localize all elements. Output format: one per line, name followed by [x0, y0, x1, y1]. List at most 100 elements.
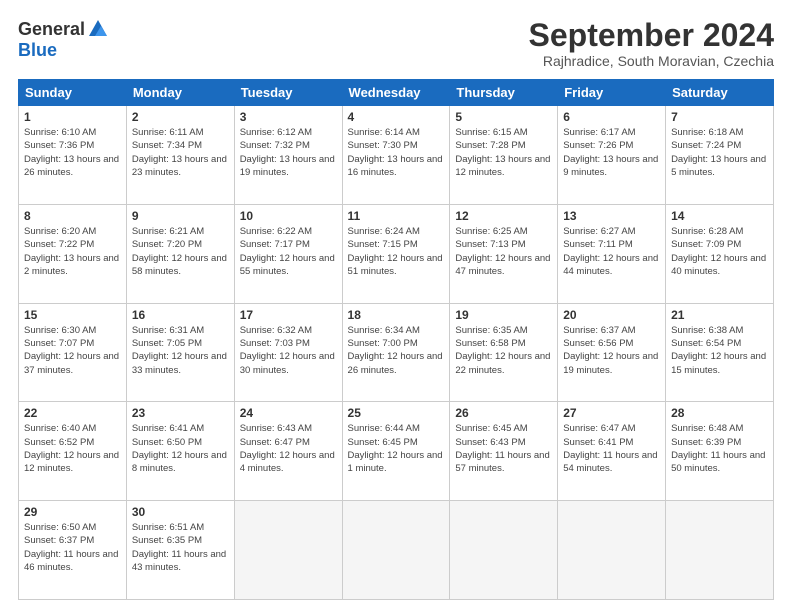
day-info: Sunset: 6:37 PM	[24, 534, 121, 547]
day-info: Daylight: 12 hours and 1 minute.	[348, 449, 445, 476]
header-monday: Monday	[126, 80, 234, 106]
day-number: 29	[24, 505, 121, 519]
day-number: 6	[563, 110, 660, 124]
calendar-table: Sunday Monday Tuesday Wednesday Thursday…	[18, 79, 774, 600]
day-info: Daylight: 12 hours and 30 minutes.	[240, 350, 337, 377]
table-row: 23Sunrise: 6:41 AMSunset: 6:50 PMDayligh…	[126, 402, 234, 501]
day-info: Sunset: 6:39 PM	[671, 436, 768, 449]
day-number: 13	[563, 209, 660, 223]
day-number: 24	[240, 406, 337, 420]
day-number: 23	[132, 406, 229, 420]
day-info: Sunrise: 6:18 AM	[671, 126, 768, 139]
day-info: Sunset: 7:15 PM	[348, 238, 445, 251]
day-number: 4	[348, 110, 445, 124]
day-info: Sunrise: 6:21 AM	[132, 225, 229, 238]
calendar-week-row: 22Sunrise: 6:40 AMSunset: 6:52 PMDayligh…	[19, 402, 774, 501]
day-info: Sunrise: 6:37 AM	[563, 324, 660, 337]
day-info: Sunset: 7:24 PM	[671, 139, 768, 152]
table-row: 24 Sunrise: 6:43 AMSunset: 6:47 PMDayligh…	[234, 402, 342, 501]
day-info: Sunset: 7:11 PM	[563, 238, 660, 251]
weekday-header-row: Sunday Monday Tuesday Wednesday Thursday…	[19, 80, 774, 106]
table-row: 10Sunrise: 6:22 AMSunset: 7:17 PMDayligh…	[234, 204, 342, 303]
day-info: Daylight: 12 hours and 55 minutes.	[240, 252, 337, 279]
table-row: 4Sunrise: 6:14 AMSunset: 7:30 PMDaylight…	[342, 106, 450, 205]
day-info: Sunset: 7:00 PM	[348, 337, 445, 350]
day-info: Sunset: 7:20 PM	[132, 238, 229, 251]
table-row: 18Sunrise: 6:34 AMSunset: 7:00 PMDayligh…	[342, 303, 450, 402]
day-info: Sunrise: 6:28 AM	[671, 225, 768, 238]
table-row: 28Sunrise: 6:48 AMSunset: 6:39 PMDayligh…	[666, 402, 774, 501]
day-number: 9	[132, 209, 229, 223]
day-info: Daylight: 12 hours and 26 minutes.	[348, 350, 445, 377]
day-number: 3	[240, 110, 337, 124]
day-info: Sunset: 6:43 PM	[455, 436, 552, 449]
day-info: Sunrise: 6:40 AM	[24, 422, 121, 435]
table-row: 1Sunrise: 6:10 AMSunset: 7:36 PMDaylight…	[19, 106, 127, 205]
table-row: 22Sunrise: 6:40 AMSunset: 6:52 PMDayligh…	[19, 402, 127, 501]
logo-icon	[87, 18, 109, 40]
day-info: Daylight: 12 hours and 19 minutes.	[563, 350, 660, 377]
day-info: Sunrise: 6:17 AM	[563, 126, 660, 139]
day-info: Sunset: 7:32 PM	[240, 139, 337, 152]
day-number: 14	[671, 209, 768, 223]
day-info: Sunset: 7:05 PM	[132, 337, 229, 350]
day-info: Sunrise: 6:10 AM	[24, 126, 121, 139]
day-info: Sunset: 7:30 PM	[348, 139, 445, 152]
day-info: Sunrise: 6:43 AM	[240, 422, 337, 435]
day-info: Sunrise: 6:44 AM	[348, 422, 445, 435]
table-row: 27Sunrise: 6:47 AMSunset: 6:41 PMDayligh…	[558, 402, 666, 501]
day-info: Sunrise: 6:25 AM	[455, 225, 552, 238]
day-info: Sunset: 7:22 PM	[24, 238, 121, 251]
day-info: Daylight: 12 hours and 58 minutes.	[132, 252, 229, 279]
day-number: 22	[24, 406, 121, 420]
calendar-week-row: 1Sunrise: 6:10 AMSunset: 7:36 PMDaylight…	[19, 106, 774, 205]
day-info: Sunrise: 6:20 AM	[24, 225, 121, 238]
day-info: Sunset: 6:47 PM	[240, 436, 337, 449]
day-info: Sunrise: 6:11 AM	[132, 126, 229, 139]
day-info: Daylight: 11 hours and 54 minutes.	[563, 449, 660, 476]
day-info: Sunset: 7:28 PM	[455, 139, 552, 152]
table-row: 26Sunrise: 6:45 AMSunset: 6:43 PMDayligh…	[450, 402, 558, 501]
day-number: 7	[671, 110, 768, 124]
day-info: Daylight: 12 hours and 51 minutes.	[348, 252, 445, 279]
table-row: 13Sunrise: 6:27 AMSunset: 7:11 PMDayligh…	[558, 204, 666, 303]
table-row: 3Sunrise: 6:12 AMSunset: 7:32 PMDaylight…	[234, 106, 342, 205]
day-info: Sunrise: 6:31 AM	[132, 324, 229, 337]
table-row: 30Sunrise: 6:51 AMSunset: 6:35 PMDayligh…	[126, 501, 234, 600]
day-info: Sunset: 6:50 PM	[132, 436, 229, 449]
day-info: Daylight: 11 hours and 50 minutes.	[671, 449, 768, 476]
day-info: Daylight: 11 hours and 57 minutes.	[455, 449, 552, 476]
table-row: 7Sunrise: 6:18 AMSunset: 7:24 PMDaylight…	[666, 106, 774, 205]
day-info: Sunset: 7:34 PM	[132, 139, 229, 152]
day-info: Daylight: 13 hours and 9 minutes.	[563, 153, 660, 180]
month-title: September 2024	[529, 18, 774, 53]
day-info: Daylight: 13 hours and 2 minutes.	[24, 252, 121, 279]
day-info: Sunrise: 6:32 AM	[240, 324, 337, 337]
calendar-week-row: 15Sunrise: 6:30 AMSunset: 7:07 PMDayligh…	[19, 303, 774, 402]
table-row: 21Sunrise: 6:38 AMSunset: 6:54 PMDayligh…	[666, 303, 774, 402]
day-info: Sunset: 7:17 PM	[240, 238, 337, 251]
table-row	[234, 501, 342, 600]
day-info: Daylight: 12 hours and 12 minutes.	[24, 449, 121, 476]
day-info: Sunrise: 6:50 AM	[24, 521, 121, 534]
table-row: 2Sunrise: 6:11 AMSunset: 7:34 PMDaylight…	[126, 106, 234, 205]
day-number: 20	[563, 308, 660, 322]
day-info: Daylight: 12 hours and 4 minutes.	[240, 449, 337, 476]
calendar-week-row: 8Sunrise: 6:20 AMSunset: 7:22 PMDaylight…	[19, 204, 774, 303]
day-number: 26	[455, 406, 552, 420]
table-row: 25Sunrise: 6:44 AMSunset: 6:45 PMDayligh…	[342, 402, 450, 501]
table-row: 5Sunrise: 6:15 AMSunset: 7:28 PMDaylight…	[450, 106, 558, 205]
day-info: Sunset: 6:54 PM	[671, 337, 768, 350]
day-info: Sunset: 7:26 PM	[563, 139, 660, 152]
header: General Blue September 2024 Rajhradice, …	[18, 18, 774, 69]
day-info: Sunrise: 6:12 AM	[240, 126, 337, 139]
day-info: Sunrise: 6:22 AM	[240, 225, 337, 238]
day-info: Daylight: 12 hours and 15 minutes.	[671, 350, 768, 377]
table-row	[450, 501, 558, 600]
day-info: Sunset: 7:03 PM	[240, 337, 337, 350]
table-row: 14Sunrise: 6:28 AMSunset: 7:09 PMDayligh…	[666, 204, 774, 303]
day-info: Sunrise: 6:51 AM	[132, 521, 229, 534]
table-row: 11Sunrise: 6:24 AMSunset: 7:15 PMDayligh…	[342, 204, 450, 303]
table-row: 20Sunrise: 6:37 AMSunset: 6:56 PMDayligh…	[558, 303, 666, 402]
day-number: 2	[132, 110, 229, 124]
